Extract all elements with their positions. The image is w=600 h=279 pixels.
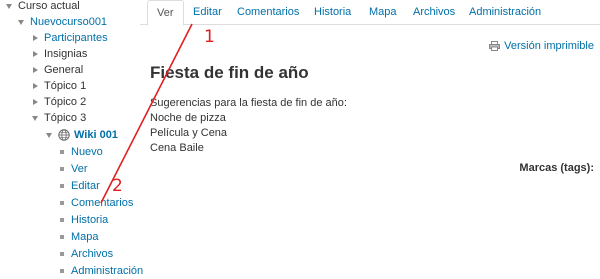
nav-item-topico-2[interactable]: Tópico 2 [32,94,86,110]
printable-version-link[interactable]: Versión imprimible [489,40,594,52]
tab-historia[interactable]: Historia [305,0,360,25]
chevron-down-icon [32,115,38,121]
tab-comentarios[interactable]: Comentarios [228,0,308,25]
printable-version-label[interactable]: Versión imprimible [504,40,594,52]
bullet-icon [60,269,64,273]
navigation-tree: Curso actual Nuevocurso001 Participantes… [0,0,143,277]
nav-wiki-mapa[interactable]: Mapa [60,229,99,245]
tab-ver[interactable]: Ver [147,0,184,26]
nav-item-label[interactable]: Editar [71,178,100,194]
nav-wiki-comentarios[interactable]: Comentarios [60,195,133,211]
chevron-down-icon [6,3,12,9]
nav-item-topico-3[interactable]: Tópico 3 [32,110,86,126]
chevron-right-icon [33,83,38,89]
nav-wiki-nuevo[interactable]: Nuevo [60,144,103,160]
nav-wiki-ver[interactable]: Ver [60,161,88,177]
nav-item-course[interactable]: Nuevocurso001 [18,14,107,30]
chevron-down-icon [46,132,52,138]
nav-item-insignias[interactable]: Insignias [32,46,87,62]
page-title: Fiesta de fin de año [150,63,309,82]
nav-item-label[interactable]: Archivos [71,246,113,262]
nav-item-curso-actual[interactable]: Curso actual [6,0,80,14]
nav-item-participantes[interactable]: Participantes [32,30,108,46]
chevron-right-icon [33,67,38,73]
tags-label: Marcas (tags): [519,162,594,174]
chevron-right-icon [33,51,38,57]
nav-item-label: Tópico 3 [44,112,87,124]
chevron-down-icon [18,19,24,25]
nav-item-label[interactable]: Nuevo [71,144,103,160]
nav-item-label[interactable]: Mapa [71,229,99,245]
nav-item-topico-1[interactable]: Tópico 1 [32,78,86,94]
nav-item-label: Tópico 1 [44,80,87,92]
content-line: Cena Baile [150,142,204,154]
chevron-right-icon [33,35,38,41]
bullet-icon [60,184,64,188]
nav-item-label: Curso actual [18,0,80,12]
nav-wiki-editar[interactable]: Editar [60,178,100,194]
page-content: Sugerencias para la fiesta de fin de año… [150,96,347,156]
bullet-icon [60,252,64,256]
nav-item-label: Insignias [44,48,88,60]
printer-icon [489,41,501,51]
content-line: Sugerencias para la fiesta de fin de año… [150,97,347,109]
nav-item-label[interactable]: Nuevocurso001 [30,14,107,30]
nav-item-label: General [44,64,84,76]
bullet-icon [60,201,64,205]
bullet-icon [60,235,64,239]
nav-item-label[interactable]: Comentarios [71,195,133,211]
annotation-marker-1: 1 [204,27,215,47]
nav-item-label: Tópico 2 [44,96,87,108]
nav-item-wiki[interactable]: Wiki 001 [46,127,118,143]
wiki-tab-bar: Ver Editar Comentarios Historia Mapa Arc… [140,0,600,26]
wiki-icon [58,129,70,141]
tab-archivos[interactable]: Archivos [404,0,464,25]
tab-editar[interactable]: Editar [184,0,231,25]
nav-item-label[interactable]: Ver [71,161,88,177]
nav-item-label[interactable]: Participantes [44,30,108,46]
bullet-icon [60,167,64,171]
nav-wiki-historia[interactable]: Historia [60,212,108,228]
annotation-marker-2: 2 [112,176,123,196]
content-line: Película y Cena [150,127,228,139]
nav-wiki-archivos[interactable]: Archivos [60,246,113,262]
tab-administracion[interactable]: Administración [460,0,550,25]
bullet-icon [60,150,64,154]
nav-item-general[interactable]: General [32,62,83,78]
nav-item-label[interactable]: Wiki 001 [74,127,118,143]
chevron-right-icon [33,99,38,105]
content-line: Noche de pizza [150,112,226,124]
tab-mapa[interactable]: Mapa [360,0,406,25]
bullet-icon [60,218,64,222]
nav-item-label[interactable]: Historia [71,212,108,228]
